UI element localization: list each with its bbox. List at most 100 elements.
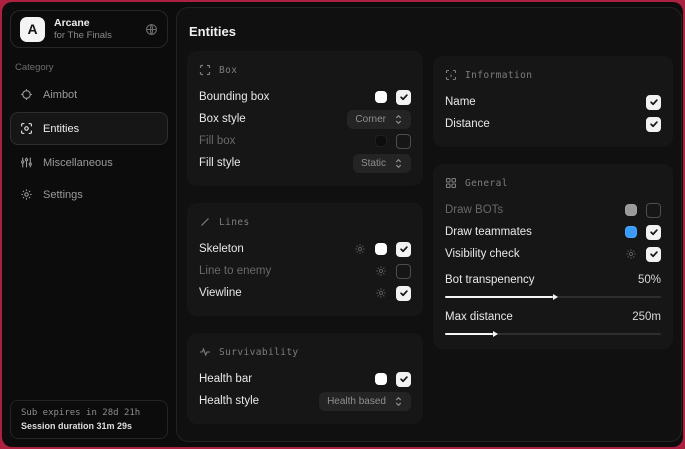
box-card: Box Bounding box Box style Corne: [187, 51, 423, 186]
setting-label: Distance: [445, 118, 490, 130]
setting-row-fill-box: Fill box: [199, 130, 411, 152]
checkbox-checked[interactable]: [396, 90, 411, 105]
app-avatar: A: [20, 17, 45, 42]
setting-label: Draw teammates: [445, 226, 532, 238]
slider-value: 50%: [638, 274, 661, 286]
main-panel: Entities Box Bounding box: [176, 7, 682, 442]
slider-value: 250m: [632, 311, 661, 323]
setting-row-fill-style: Fill style Static: [199, 152, 411, 174]
setting-label: Visibility check: [445, 248, 520, 260]
slider-track[interactable]: [445, 333, 661, 335]
checkbox-checked[interactable]: [396, 242, 411, 257]
crosshair-icon: [20, 88, 33, 101]
setting-label: Viewline: [199, 287, 242, 299]
setting-row-draw-teammates: Draw teammates: [445, 221, 661, 243]
checkbox-checked[interactable]: [646, 95, 661, 110]
setting-row-health-bar: Health bar: [199, 368, 411, 390]
general-card: General Draw BOTs Draw teammates: [433, 164, 673, 349]
setting-row-health-style: Health style Health based: [199, 390, 411, 412]
checkbox-unchecked[interactable]: [396, 264, 411, 279]
info-icon: [445, 69, 457, 81]
session-duration-text: Session duration 31m 29s: [21, 421, 157, 431]
setting-label: Health style: [199, 395, 259, 407]
app-title: Arcane: [54, 17, 112, 30]
information-card: Information Name Distance: [433, 56, 673, 147]
checkbox-checked[interactable]: [646, 225, 661, 240]
setting-label: Draw BOTs: [445, 204, 503, 216]
setting-label: Bot transpenency: [445, 274, 535, 286]
setting-label: Fill box: [199, 135, 235, 147]
box-corners-icon: [199, 64, 211, 76]
card-title: Survivability: [219, 347, 299, 358]
sidebar-item-label: Aimbot: [43, 89, 77, 101]
checkbox-unchecked[interactable]: [646, 203, 661, 218]
gear-icon: [20, 188, 33, 201]
page-title: Entities: [189, 24, 673, 39]
gear-icon[interactable]: [354, 243, 366, 255]
scan-icon: [20, 122, 33, 135]
checkbox-unchecked[interactable]: [396, 134, 411, 149]
setting-row-draw-bots: Draw BOTs: [445, 199, 661, 221]
card-title: Lines: [219, 217, 250, 228]
slider-track[interactable]: [445, 296, 661, 298]
app-identity: Arcane for The Finals: [54, 17, 112, 42]
setting-row-bounding-box: Bounding box: [199, 86, 411, 108]
color-swatch[interactable]: [375, 373, 387, 385]
sliders-icon: [20, 156, 33, 169]
gear-icon[interactable]: [375, 265, 387, 277]
gear-icon[interactable]: [625, 248, 637, 260]
setting-row-visibility-check: Visibility check: [445, 243, 661, 265]
lines-card: Lines Skeleton Line to enemy: [187, 203, 423, 316]
setting-label: Bounding box: [199, 91, 269, 103]
checkbox-checked[interactable]: [646, 117, 661, 132]
sidebar-item-label: Settings: [43, 189, 83, 201]
checkbox-checked[interactable]: [396, 372, 411, 387]
unfold-icon: [394, 396, 403, 407]
setting-label: Fill style: [199, 157, 241, 169]
app-window: A Arcane for The Finals Category Aimbot …: [2, 2, 683, 447]
pulse-icon: [199, 346, 211, 358]
globe-icon[interactable]: [145, 23, 158, 36]
unfold-icon: [394, 114, 403, 125]
card-title: Information: [465, 70, 532, 81]
fill-style-dropdown[interactable]: Static: [353, 154, 411, 173]
setting-row-name: Name: [445, 91, 661, 113]
setting-row-line-to-enemy: Line to enemy: [199, 260, 411, 282]
checkbox-checked[interactable]: [396, 286, 411, 301]
grid-icon: [445, 177, 457, 189]
sub-expires-text: Sub expires in 28d 21h: [21, 408, 157, 418]
setting-row-viewline: Viewline: [199, 282, 411, 304]
setting-label: Box style: [199, 113, 246, 125]
color-swatch[interactable]: [375, 243, 387, 255]
color-swatch[interactable]: [625, 204, 637, 216]
setting-row-box-style: Box style Corner: [199, 108, 411, 130]
logo-card: A Arcane for The Finals: [10, 10, 168, 48]
box-style-dropdown[interactable]: Corner: [347, 110, 411, 129]
setting-row-distance: Distance: [445, 113, 661, 135]
checkbox-checked[interactable]: [646, 247, 661, 262]
sidebar-item-aimbot[interactable]: Aimbot: [10, 80, 168, 109]
color-swatch[interactable]: [375, 135, 387, 147]
sidebar-item-entities[interactable]: Entities: [10, 112, 168, 145]
setting-label: Line to enemy: [199, 265, 271, 277]
app-subtitle: for The Finals: [54, 30, 112, 42]
sidebar-item-label: Miscellaneous: [43, 157, 113, 169]
color-swatch[interactable]: [625, 226, 637, 238]
setting-label: Name: [445, 96, 476, 108]
slider-fill[interactable]: [445, 296, 553, 298]
sidebar-item-label: Entities: [43, 123, 79, 135]
sidebar-item-settings[interactable]: Settings: [10, 180, 168, 209]
setting-label: Skeleton: [199, 243, 244, 255]
line-icon: [199, 216, 211, 228]
unfold-icon: [394, 158, 403, 169]
gear-icon[interactable]: [375, 287, 387, 299]
health-style-dropdown[interactable]: Health based: [319, 392, 411, 411]
category-label: Category: [15, 62, 163, 73]
slider-fill[interactable]: [445, 333, 493, 335]
card-title: General: [465, 178, 508, 189]
sidebar-item-miscellaneous[interactable]: Miscellaneous: [10, 148, 168, 177]
color-swatch[interactable]: [375, 91, 387, 103]
setting-label: Max distance: [445, 311, 513, 323]
survivability-card: Survivability Health bar Health style: [187, 333, 423, 424]
setting-row-skeleton: Skeleton: [199, 238, 411, 260]
